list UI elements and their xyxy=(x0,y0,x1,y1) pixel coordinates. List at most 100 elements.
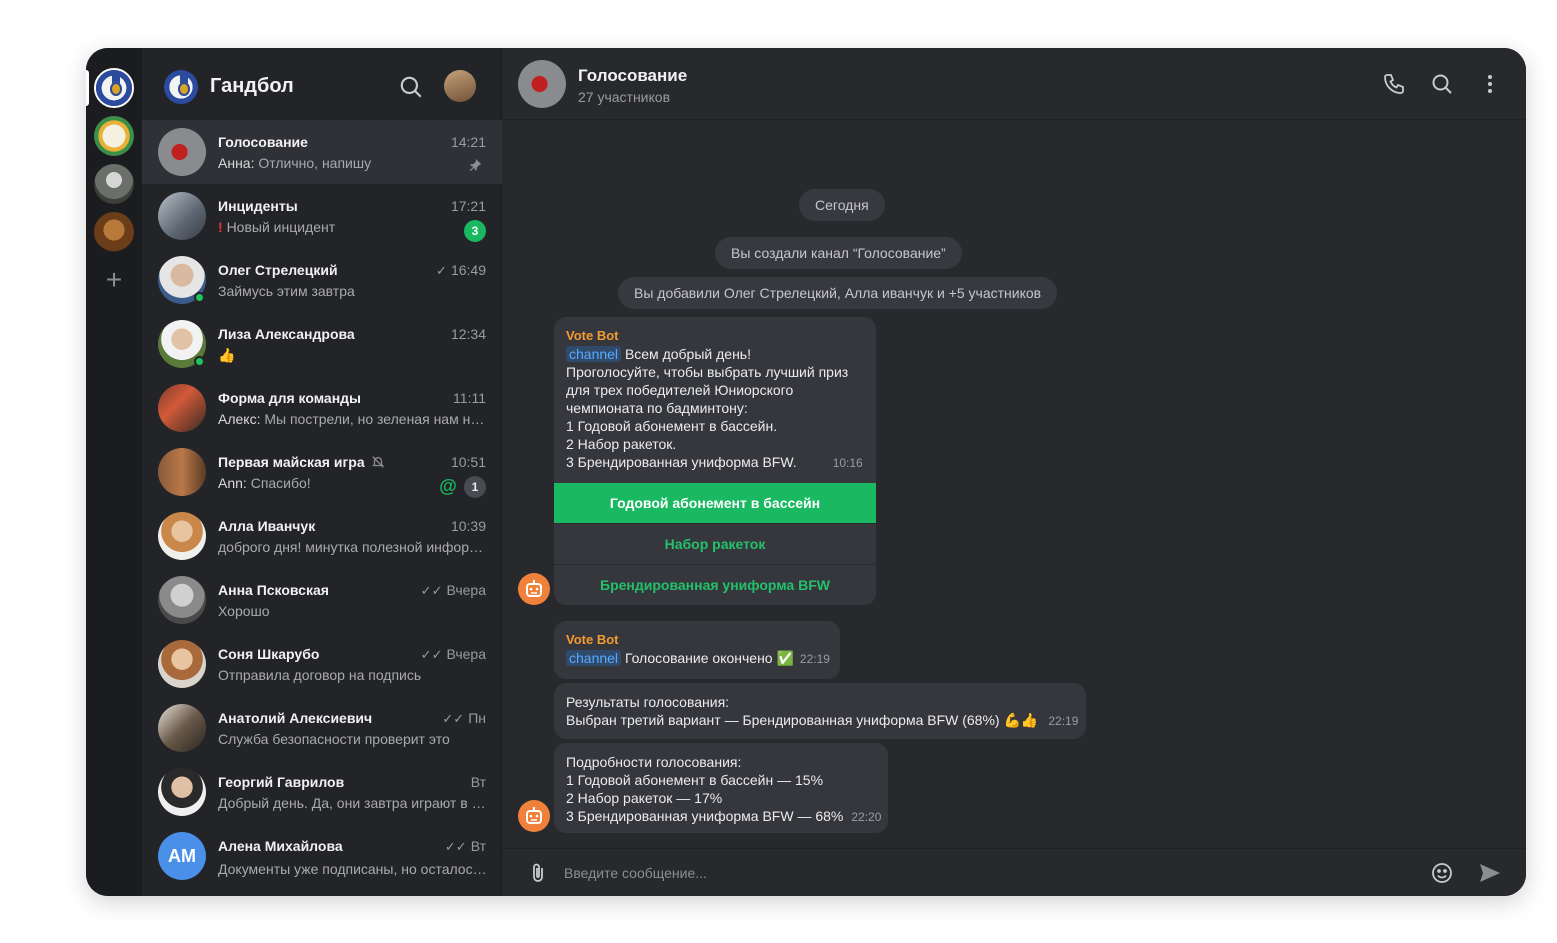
chat-time: ✓✓ Вчера xyxy=(420,582,486,598)
chat-time: 10:51 xyxy=(450,454,486,470)
chat-row-first-may-game[interactable]: Первая майская игра 10:51 Ann: Спасибо! … xyxy=(142,440,502,504)
mention-icon: @ xyxy=(439,476,457,496)
chat-preview: 👍 xyxy=(218,347,236,363)
chat-time: ✓✓ Пн xyxy=(442,710,486,726)
chat-row-liza[interactable]: Лиза Александрова 12:34 👍 xyxy=(142,312,502,376)
bot-avatar-icon xyxy=(518,573,550,605)
message-time: 22:20 xyxy=(851,810,882,824)
workspace-3-icon[interactable] xyxy=(94,164,134,204)
chat-avatar xyxy=(158,128,206,176)
date-divider: Сегодня xyxy=(799,189,885,221)
message-text: Голосование окончено xyxy=(624,650,773,666)
check-emoji: ✅ xyxy=(776,650,794,666)
workspace-2-icon[interactable] xyxy=(94,116,134,156)
chat-header: Голосование 27 участников xyxy=(502,48,1526,120)
message-text: 3 Брендированная униформа BFW. xyxy=(566,454,797,470)
preview-text: Отлично, напишу xyxy=(258,155,372,171)
attach-icon[interactable] xyxy=(526,861,550,885)
channel-tag[interactable]: channel xyxy=(566,346,622,362)
chat-name: Алена Михайлова xyxy=(218,838,343,854)
message-time: 22:19 xyxy=(1048,714,1079,728)
preview-text: Спасибо! xyxy=(250,475,311,491)
channel-tag[interactable]: channel xyxy=(566,650,622,666)
vote-option-button[interactable]: Набор ракеток xyxy=(554,524,876,564)
user-avatar[interactable] xyxy=(444,70,476,102)
workspace-title: Гандбол xyxy=(210,75,294,97)
read-check-icon: ✓✓ xyxy=(442,711,465,726)
message-composer xyxy=(502,848,1526,896)
chat-row-alena[interactable]: AM Алена Михайлова ✓✓ Вт Документы уже по… xyxy=(142,824,502,888)
add-workspace-icon[interactable]: + xyxy=(100,266,128,294)
chat-time: ✓✓ Вчера xyxy=(420,646,486,662)
chat-row-alla[interactable]: Алла Иванчук 10:39 доброго дня! минутка … xyxy=(142,504,502,568)
bot-message: Подробности голосования: 1 Годовой абоне… xyxy=(554,743,888,833)
chat-row-anna[interactable]: Анна Псковская ✓✓ Вчера Хорошо xyxy=(142,568,502,632)
chat-time: Вт xyxy=(470,774,486,790)
message-text: 2 Набор ракеток — 17% xyxy=(566,790,723,806)
chat-avatar xyxy=(158,576,206,624)
more-options-icon[interactable] xyxy=(1478,72,1502,96)
message-text: Подробности голосования: xyxy=(566,754,742,770)
chat-row-incidents[interactable]: Инциденты 17:21 ! Новый инцидент 3 xyxy=(142,184,502,248)
chat-preview: Отправила договор на подпись xyxy=(218,667,422,683)
vote-option-button[interactable]: Годовой абонемент в бассейн xyxy=(554,483,876,523)
chat-preview: Алекс: Мы пострели, но зеленая нам не по… xyxy=(218,411,488,427)
bot-message: Результаты голосования: Выбран третий ва… xyxy=(554,683,1086,739)
chat-preview: ! Новый инцидент xyxy=(218,219,488,235)
preview-text: Новый инцидент xyxy=(226,219,336,235)
chat-time: 14:21 xyxy=(450,134,486,150)
channel-title[interactable]: Голосование xyxy=(578,66,687,86)
active-workspace-indicator xyxy=(86,70,89,106)
unread-badge: 3 xyxy=(464,220,486,242)
system-message: Вы добавили Олег Стрелецкий, Алла иванчу… xyxy=(618,277,1058,309)
chat-row-sonya[interactable]: Соня Шкарубо ✓✓ Вчера Отправила договор н… xyxy=(142,632,502,696)
search-icon[interactable] xyxy=(1430,72,1454,96)
chat-name: Голосование xyxy=(218,134,308,150)
message-time: 10:16 xyxy=(832,456,863,470)
chat-area: Голосование 27 участников Сегодня Вы соз… xyxy=(502,48,1526,896)
send-icon[interactable] xyxy=(1478,861,1502,885)
message-input[interactable] xyxy=(564,859,1404,887)
message-text: 2 Набор ракеток. xyxy=(566,436,677,452)
message-text: 1 Годовой абонемент в бассейн. xyxy=(566,418,778,434)
avatar-initials: AM xyxy=(158,832,206,880)
chat-name: Первая майская игра xyxy=(218,454,385,470)
message-text: для трех победителей Юниорского xyxy=(566,382,794,398)
chat-name: Анатолий Алексиевич xyxy=(218,710,373,726)
workspace-4-icon[interactable] xyxy=(94,212,134,252)
online-indicator xyxy=(194,356,205,367)
chat-preview: доброго дня! минутка полезной информации xyxy=(218,539,488,555)
message-text: Результаты голосования: xyxy=(566,694,730,710)
preview-sender: Алекс: xyxy=(218,411,261,427)
alert-icon: ! xyxy=(218,219,223,235)
chat-row-oleg[interactable]: Олег Стрелецкий ✓ 16:49 Займусь этим завт… xyxy=(142,248,502,312)
emoji-icon[interactable] xyxy=(1430,861,1454,885)
chat-name: Инциденты xyxy=(218,198,298,214)
chat-name: Алла Иванчук xyxy=(218,518,316,534)
vote-option-button[interactable]: Брендированная униформа BFW xyxy=(554,565,876,605)
read-check-icon: ✓✓ xyxy=(420,647,443,662)
chat-row-forma[interactable]: Форма для команды 11:11 Алекс: Мы постре… xyxy=(142,376,502,440)
channel-avatar[interactable] xyxy=(518,60,566,108)
chat-row-anatoliy[interactable]: Анатолий Алексиевич ✓✓ Пн Служба безопасн… xyxy=(142,696,502,760)
chat-row-georgiy[interactable]: Георгий Гаврилов Вт Добрый день. Да, они… xyxy=(142,760,502,824)
message-text: 1 Годовой абонемент в бассейн — 15% xyxy=(566,772,824,788)
workspace-handball-icon[interactable] xyxy=(94,68,134,108)
system-message: Вы создали канал “Голосование” xyxy=(715,237,962,269)
chat-name: Лиза Александрова xyxy=(218,326,355,342)
online-indicator xyxy=(194,292,205,303)
chat-name: Анна Псковская xyxy=(218,582,329,598)
message-text: чемпионата по бадминтону: xyxy=(566,400,748,416)
read-check-icon: ✓✓ xyxy=(444,839,467,854)
chat-avatar xyxy=(158,512,206,560)
chat-preview: Хорошо xyxy=(218,603,270,619)
phone-icon[interactable] xyxy=(1382,72,1406,96)
message-sender: Vote Bot xyxy=(566,632,619,647)
message-time: 22:19 xyxy=(799,652,830,666)
chat-name: Георгий Гаврилов xyxy=(218,774,345,790)
message-sender: Vote Bot xyxy=(566,328,619,343)
search-icon[interactable] xyxy=(398,74,424,100)
chat-avatar: AM xyxy=(158,832,206,880)
chat-row-golosovanie[interactable]: Голосование 14:21 Анна: Отлично, напишу xyxy=(142,120,502,184)
chat-time: 17:21 xyxy=(450,198,486,214)
